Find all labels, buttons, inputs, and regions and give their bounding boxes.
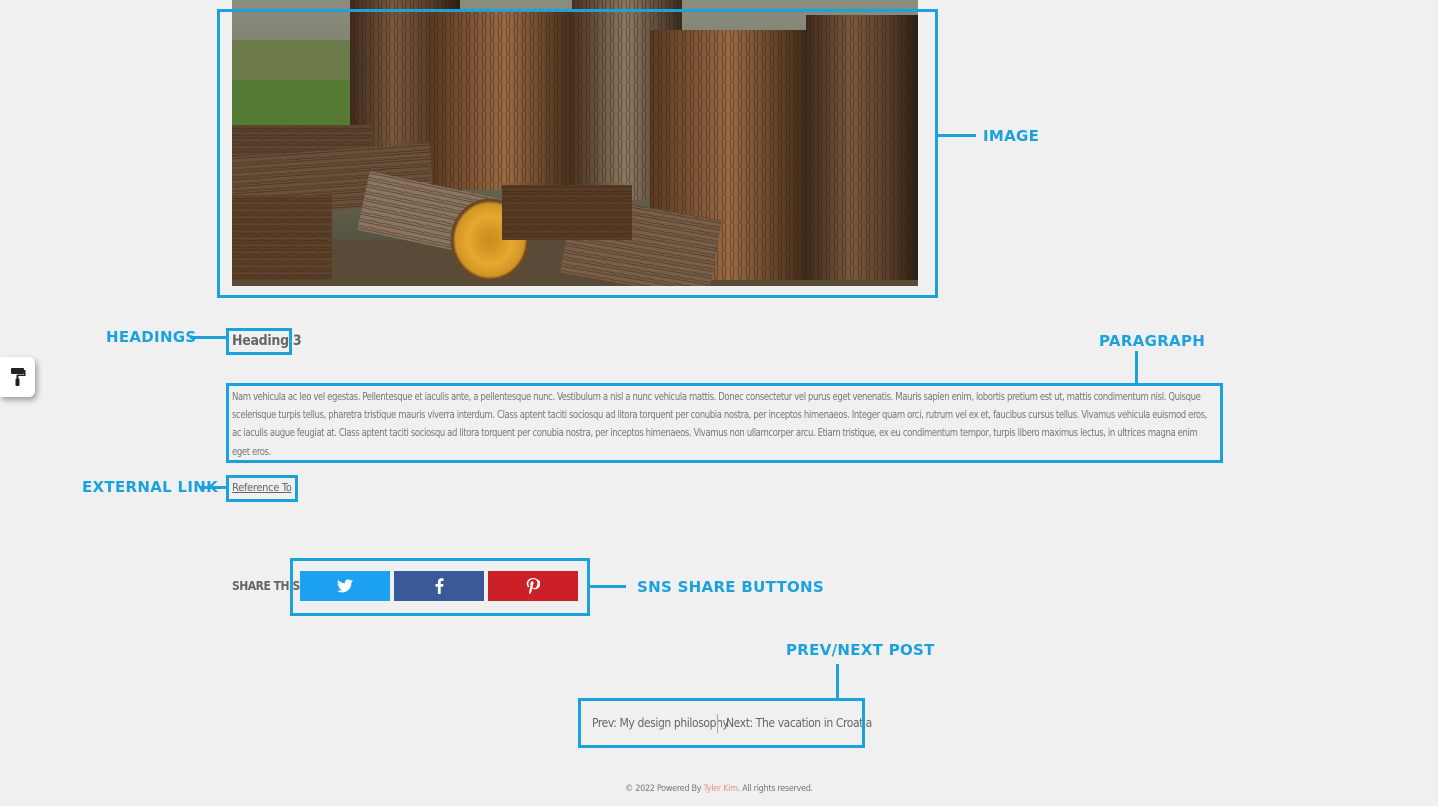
customize-button[interactable] xyxy=(0,357,35,397)
image-connector xyxy=(938,134,976,137)
paint-roller-icon xyxy=(10,368,25,386)
prev-next-annotation: PREV/NEXT POST xyxy=(786,641,935,659)
image-highlight xyxy=(217,9,938,298)
link-highlight xyxy=(226,475,298,502)
prev-next-highlight xyxy=(578,698,865,748)
share-highlight xyxy=(290,558,590,616)
footer-prefix: © 2022 Powered By xyxy=(625,784,702,794)
paragraph-highlight xyxy=(226,383,1223,463)
external-link-connector xyxy=(200,486,226,489)
footer-author-link[interactable]: Tyler Kim xyxy=(704,784,739,794)
share-connector xyxy=(590,585,626,588)
footer: © 2022 Powered By Tyler Kim. All rights … xyxy=(0,784,1438,794)
paragraph-annotation: PARAGRAPH xyxy=(1099,332,1206,350)
footer-suffix: . All rights reserved. xyxy=(737,784,813,794)
prev-next-connector xyxy=(836,664,839,699)
external-link-annotation: EXTERNAL LINK xyxy=(82,478,218,496)
heading-highlight xyxy=(226,328,292,355)
image-annotation: IMAGE xyxy=(983,127,1040,145)
headings-connector xyxy=(190,336,226,339)
paragraph-connector xyxy=(1135,351,1138,385)
headings-annotation: HEADINGS xyxy=(106,328,197,346)
sns-share-annotation: SNS SHARE BUTTONS xyxy=(637,578,824,596)
